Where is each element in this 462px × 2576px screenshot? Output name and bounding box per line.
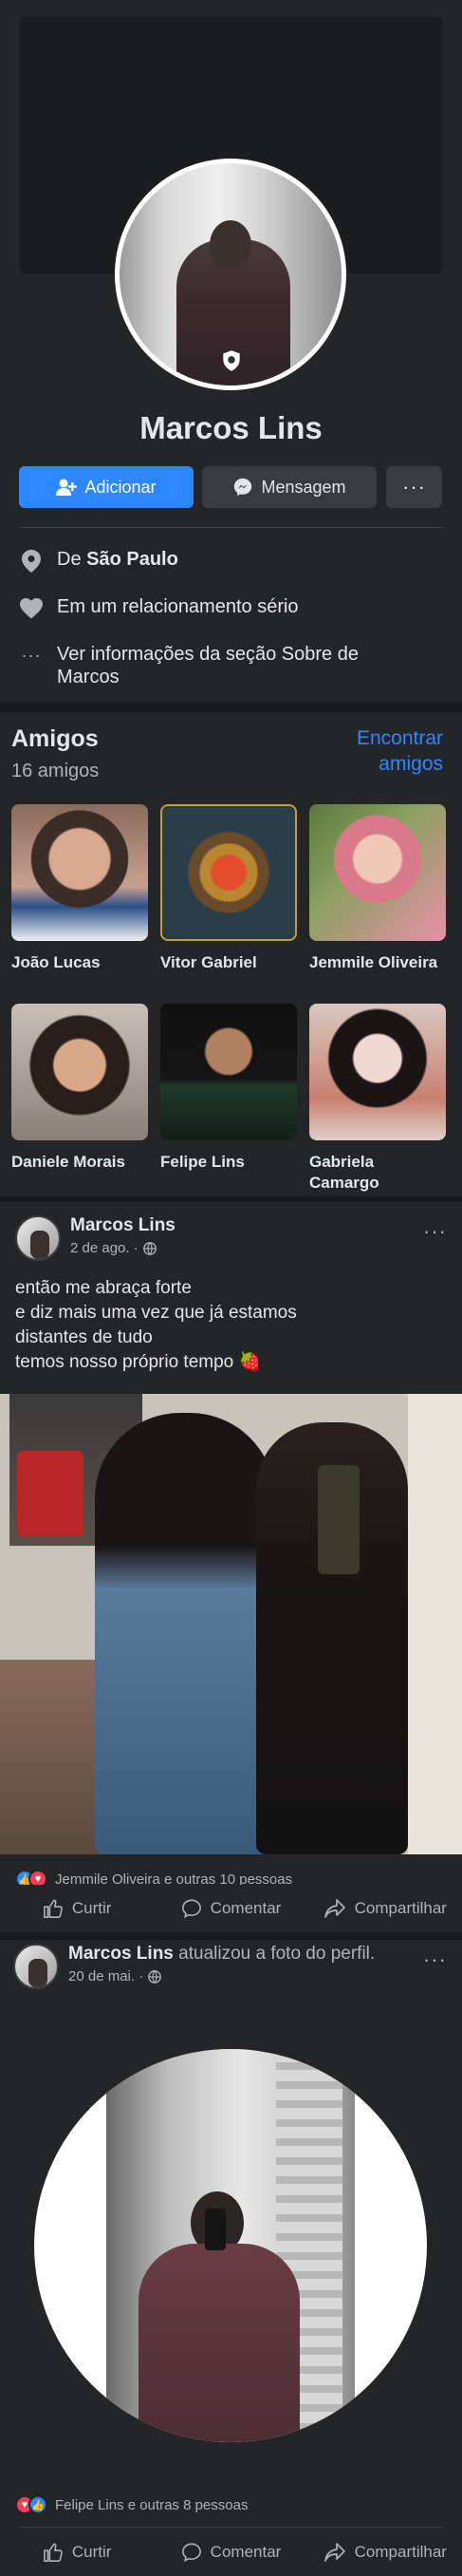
share-icon xyxy=(323,2543,345,2562)
more-options-button[interactable]: ··· xyxy=(386,466,442,508)
reaction-text: Felipe Lins e outras 8 pessoas xyxy=(55,2496,249,2513)
divider xyxy=(19,527,443,528)
info-city: De São Paulo xyxy=(19,549,178,573)
post-author-avatar[interactable] xyxy=(15,1215,61,1261)
friend-photo xyxy=(11,1004,148,1140)
post-photo[interactable] xyxy=(0,1394,462,1854)
like-button[interactable]: Curtir xyxy=(0,2529,154,2576)
profile-card: Marcos Lins Adicionar Mensagem ··· De Sã… xyxy=(0,0,462,703)
post-author-name[interactable]: Marcos Lins xyxy=(70,1215,176,1235)
divider xyxy=(19,2527,443,2528)
find-friends-link[interactable]: Encontrar amigos xyxy=(329,725,443,777)
post-card: Marcos Lins atualizou a foto do perfil. … xyxy=(0,1940,462,2576)
share-button[interactable]: Compartilhar xyxy=(308,2529,462,2576)
post-more-button[interactable]: ··· xyxy=(423,1219,447,1244)
friends-count: 16 amigos xyxy=(11,761,100,781)
message-button[interactable]: Mensagem xyxy=(202,466,377,508)
post-author-avatar[interactable] xyxy=(13,1944,59,1989)
location-pin-icon xyxy=(19,549,44,573)
more-dots-icon: ··· xyxy=(21,645,42,665)
profile-photo xyxy=(120,163,342,385)
friend-name: Gabriela Camargo xyxy=(309,1153,379,1192)
friend-item[interactable]: João Lucas xyxy=(11,804,148,973)
relationship-text: Em um relacionamento sério xyxy=(57,596,299,617)
add-friend-button[interactable]: Adicionar xyxy=(19,466,194,508)
friends-card: Amigos 16 amigos Encontrar amigos João L… xyxy=(0,712,462,1196)
post-action-bar: Curtir Comentar Compartilhar xyxy=(0,1885,462,1932)
comment-button[interactable]: Comentar xyxy=(154,1885,307,1932)
profile-photo-update[interactable] xyxy=(34,2049,427,2442)
friends-title: Amigos xyxy=(11,725,99,752)
post-author-name[interactable]: Marcos Lins xyxy=(68,1944,174,1964)
reaction-summary[interactable]: ♥ 👍 Felipe Lins e outras 8 pessoas xyxy=(15,2495,248,2514)
post-action-bar: Curtir Comentar Compartilhar xyxy=(0,2529,462,2576)
about-link[interactable]: Ver informações da seção Sobre de Marcos xyxy=(57,643,398,688)
friend-photo xyxy=(309,1004,446,1140)
friend-photo xyxy=(160,804,297,941)
post-action-text: atualizou a foto do perfil. xyxy=(173,1944,376,1964)
friend-photo xyxy=(160,1004,297,1140)
info-about[interactable]: ··· Ver informações da seção Sobre de Ma… xyxy=(19,643,398,688)
city-link[interactable]: São Paulo xyxy=(86,549,178,570)
heart-icon xyxy=(19,596,44,621)
profile-avatar[interactable] xyxy=(115,159,346,390)
share-button[interactable]: Compartilhar xyxy=(308,1885,462,1932)
messenger-icon xyxy=(234,478,252,497)
globe-icon xyxy=(148,1969,162,1984)
friend-item[interactable]: Gabriela Camargo xyxy=(309,1004,446,1194)
friend-name: Vitor Gabriel xyxy=(160,953,257,971)
friend-name: Jemmile Oliveira xyxy=(309,953,438,971)
shield-icon xyxy=(223,350,240,371)
comment-button[interactable]: Comentar xyxy=(154,2529,307,2576)
post-header: Marcos Lins 2 de ago. · xyxy=(15,1215,176,1261)
comment-icon xyxy=(181,1899,201,1919)
friend-name: João Lucas xyxy=(11,953,101,971)
share-icon xyxy=(323,1899,345,1918)
comment-icon xyxy=(181,2543,201,2563)
profile-name: Marcos Lins xyxy=(139,410,323,445)
add-friend-label: Adicionar xyxy=(84,477,157,497)
like-icon xyxy=(43,2543,63,2562)
friend-photo xyxy=(11,804,148,941)
message-label: Mensagem xyxy=(261,477,346,497)
post-more-button[interactable]: ··· xyxy=(423,1947,447,1972)
post-text: então me abraça forte e diz mais uma vez… xyxy=(15,1278,297,1372)
friend-name: Daniele Morais xyxy=(11,1153,125,1171)
info-relationship: Em um relacionamento sério xyxy=(19,596,299,621)
post-header: Marcos Lins atualizou a foto do perfil. … xyxy=(13,1944,375,1989)
friend-item[interactable]: Daniele Morais xyxy=(11,1004,148,1173)
friend-item[interactable]: Felipe Lins xyxy=(160,1004,297,1173)
friend-item[interactable]: Vitor Gabriel xyxy=(160,804,297,973)
post-timestamp[interactable]: 20 de mai. · xyxy=(68,1968,143,1984)
friend-name: Felipe Lins xyxy=(160,1153,245,1171)
post-timestamp[interactable]: 2 de ago. · xyxy=(70,1240,139,1256)
post-card: Marcos Lins 2 de ago. · ··· então me abr… xyxy=(0,1202,462,1926)
friend-item[interactable]: Jemmile Oliveira xyxy=(309,804,446,973)
globe-icon xyxy=(142,1241,157,1255)
like-reaction-icon: 👍 xyxy=(28,2495,47,2514)
friend-photo xyxy=(309,804,446,941)
add-friend-icon xyxy=(56,479,78,496)
like-icon xyxy=(43,1899,63,1918)
like-button[interactable]: Curtir xyxy=(0,1885,154,1932)
